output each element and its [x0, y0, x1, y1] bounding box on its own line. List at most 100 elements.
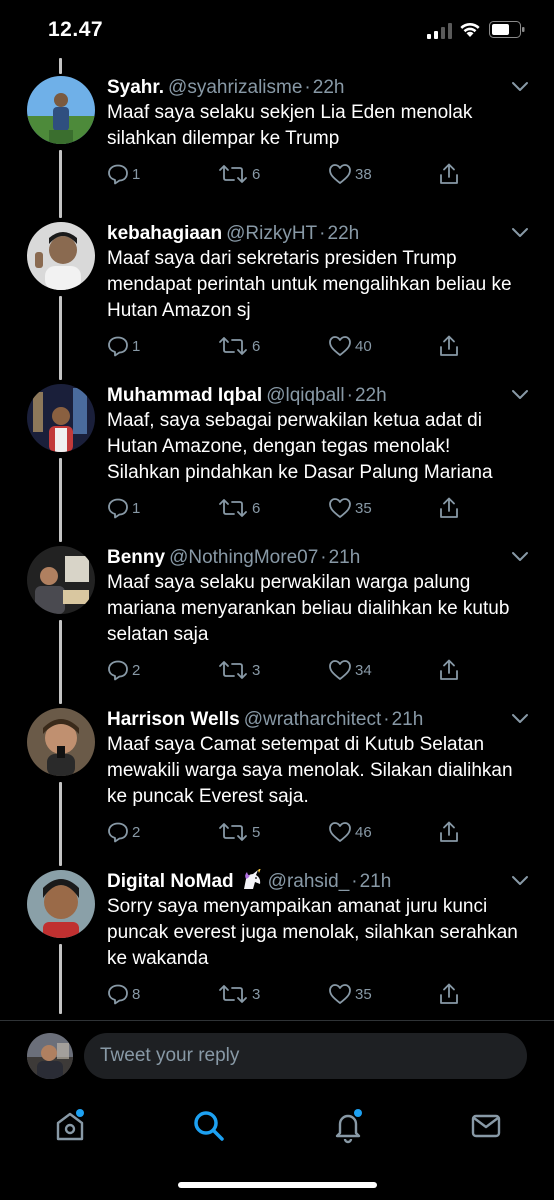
reply-button[interactable]: 1	[107, 494, 140, 522]
reply-icon	[108, 336, 128, 357]
tweet[interactable]: Digital NoMad @rahsid_ · 21h Sorry saya meny…	[0, 852, 554, 1014]
user-avatar[interactable]	[27, 1033, 73, 1079]
like-button[interactable]: 38	[328, 160, 372, 188]
separator-dot: ·	[304, 77, 311, 98]
author-handle[interactable]: @syahrizalisme	[168, 77, 302, 98]
tweet-actions: 1 6 35	[107, 494, 477, 522]
chevron-down-icon[interactable]	[510, 226, 530, 240]
retweet-button[interactable]: 6	[217, 332, 260, 360]
author-name[interactable]: Muhammad Iqbal	[107, 385, 262, 406]
like-count: 35	[355, 499, 372, 517]
separator-dot: ·	[383, 709, 390, 730]
cellular-signal-icon	[427, 23, 452, 39]
author-avatar[interactable]	[27, 222, 95, 290]
reply-button[interactable]: 2	[107, 656, 140, 684]
retweet-count: 6	[252, 499, 261, 517]
reply-count: 1	[132, 337, 141, 355]
retweet-icon	[219, 661, 247, 679]
author-name[interactable]: Digital NoMad	[107, 871, 234, 892]
like-button[interactable]: 46	[328, 818, 372, 846]
tweet[interactable]: Harrison Wells @wratharchitect · 21h Maaf sa…	[0, 690, 554, 852]
retweet-count: 3	[252, 661, 261, 679]
reply-button[interactable]: 8	[107, 980, 140, 1008]
author-name[interactable]: Syahr.	[107, 77, 164, 98]
tweet-time[interactable]: 22h	[355, 385, 387, 406]
tweet[interactable]: Muhammad Iqbal @lqiqball · 22h Maaf, saya se…	[0, 366, 554, 528]
author-name[interactable]: Harrison Wells	[107, 709, 240, 730]
author-handle[interactable]: @wratharchitect	[244, 709, 382, 730]
tweet-time[interactable]: 21h	[392, 709, 424, 730]
chevron-down-icon[interactable]	[510, 712, 530, 726]
reply-button[interactable]: 1	[107, 332, 140, 360]
like-button[interactable]: 40	[328, 332, 372, 360]
tweet-actions: 1 6 40	[107, 332, 477, 360]
tweet-text: Maaf, saya sebagai perwakilan ketua adat…	[107, 410, 493, 483]
tweet-header: Benny @NothingMore07 · 21h	[107, 544, 360, 572]
chevron-down-icon[interactable]	[510, 80, 530, 94]
retweet-count: 6	[252, 337, 261, 355]
share-icon	[440, 163, 458, 184]
author-avatar[interactable]	[27, 870, 95, 938]
like-count: 46	[355, 823, 372, 841]
retweet-count: 6	[252, 165, 261, 183]
heart-icon	[329, 164, 351, 184]
author-avatar[interactable]	[27, 76, 95, 144]
retweet-button[interactable]: 6	[217, 494, 260, 522]
share-button[interactable]	[438, 818, 460, 846]
author-handle[interactable]: @RizkyHT	[226, 223, 317, 244]
author-avatar[interactable]	[27, 384, 95, 452]
chevron-down-icon[interactable]	[510, 550, 530, 564]
retweet-icon	[219, 499, 247, 517]
tab-messages[interactable]	[466, 1106, 506, 1146]
chevron-down-icon[interactable]	[510, 388, 530, 402]
author-handle[interactable]: @rahsid_	[268, 871, 350, 892]
tweet[interactable]: Syahr. @syahrizalisme · 22h Maaf saya selaku…	[0, 58, 554, 220]
share-button[interactable]	[438, 656, 460, 684]
share-button[interactable]	[438, 980, 460, 1008]
tweet-time[interactable]: 21h	[360, 871, 392, 892]
share-icon	[440, 821, 458, 842]
author-name[interactable]: kebahagiaan	[107, 223, 222, 244]
share-button[interactable]	[438, 332, 460, 360]
share-button[interactable]	[438, 494, 460, 522]
battery-icon	[489, 21, 525, 38]
reply-count: 2	[132, 823, 141, 841]
author-avatar[interactable]	[27, 708, 95, 776]
chevron-down-icon[interactable]	[510, 874, 530, 888]
tweet-time[interactable]: 22h	[328, 223, 360, 244]
reply-button[interactable]: 2	[107, 818, 140, 846]
like-button[interactable]: 35	[328, 494, 372, 522]
reply-input[interactable]	[84, 1033, 527, 1079]
separator-dot: ·	[346, 385, 353, 406]
like-button[interactable]: 35	[328, 980, 372, 1008]
author-avatar[interactable]	[27, 546, 95, 614]
reply-count: 2	[132, 661, 141, 679]
tweet[interactable]: kebahagiaan @RizkyHT · 22h Maaf saya dari se…	[0, 204, 554, 366]
share-icon	[440, 497, 458, 518]
retweet-button[interactable]: 6	[217, 160, 260, 188]
like-button[interactable]: 34	[328, 656, 372, 684]
retweet-button[interactable]: 5	[217, 818, 260, 846]
retweet-button[interactable]: 3	[217, 980, 260, 1008]
tab-search[interactable]	[189, 1106, 229, 1146]
author-handle[interactable]: @NothingMore07	[169, 547, 318, 568]
author-handle[interactable]: @lqiqball	[266, 385, 344, 406]
heart-icon	[329, 822, 351, 842]
thread-connector	[59, 944, 62, 1014]
tweet-time[interactable]: 22h	[313, 77, 345, 98]
reply-count: 1	[132, 499, 141, 517]
share-button[interactable]	[438, 160, 460, 188]
heart-icon	[329, 498, 351, 518]
reply-icon	[108, 164, 128, 185]
tweet[interactable]: Benny @NothingMore07 · 21h Maaf saya selaku …	[0, 528, 554, 690]
like-count: 34	[355, 661, 372, 679]
reply-button[interactable]: 1	[107, 160, 140, 188]
author-name[interactable]: Benny	[107, 547, 165, 568]
tab-notifications[interactable]	[328, 1106, 368, 1146]
tab-home[interactable]	[50, 1106, 90, 1146]
tweet-text: Maaf saya selaku perwakilan warga palung…	[107, 572, 510, 645]
retweet-button[interactable]: 3	[217, 656, 260, 684]
retweet-count: 3	[252, 985, 261, 1003]
tweet-time[interactable]: 21h	[329, 547, 361, 568]
share-icon	[440, 335, 458, 356]
